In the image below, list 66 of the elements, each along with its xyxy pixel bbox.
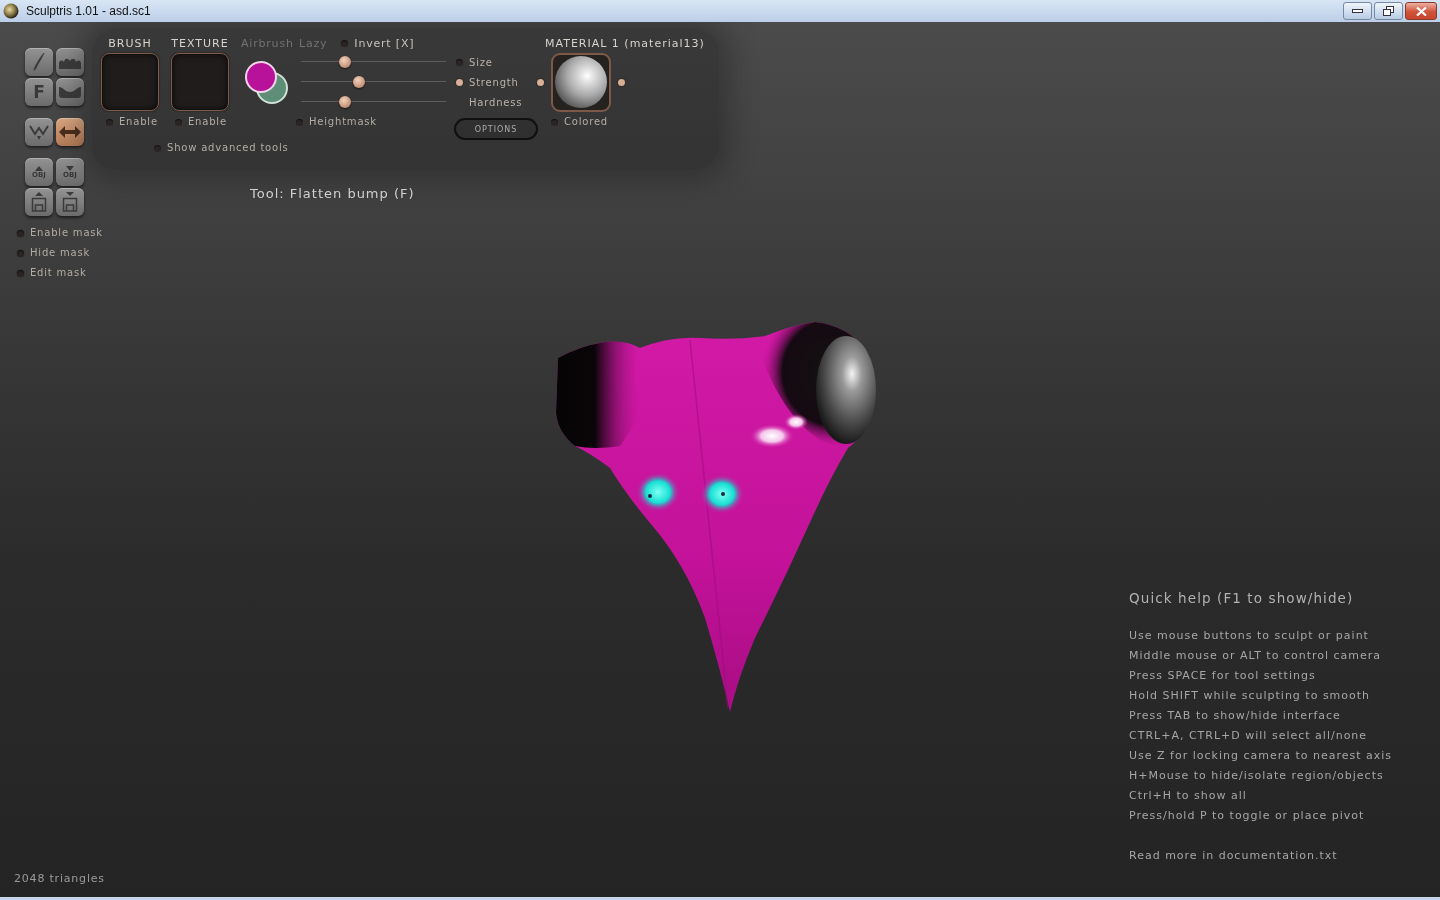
next-material-button[interactable] bbox=[618, 78, 625, 86]
mask-option-toggle[interactable]: Edit mask bbox=[17, 266, 87, 280]
close-button[interactable] bbox=[1405, 2, 1437, 20]
help-line: Use mouse buttons to sculpt or paint bbox=[1129, 628, 1369, 644]
restore-icon bbox=[1383, 6, 1394, 16]
triangle-count: 2048 triangles bbox=[14, 872, 105, 886]
brush-stroke-icon bbox=[33, 53, 45, 71]
material-preview[interactable] bbox=[551, 52, 611, 112]
colored-toggle[interactable]: Colored bbox=[551, 115, 608, 129]
material-sphere-icon bbox=[554, 55, 608, 109]
minimize-button[interactable] bbox=[1343, 2, 1372, 20]
zigzag-tool-button[interactable] bbox=[25, 118, 53, 146]
brush-slot[interactable] bbox=[101, 53, 159, 111]
symmetry-button[interactable] bbox=[56, 118, 84, 146]
brush-enable-toggle[interactable]: Enable bbox=[106, 115, 158, 129]
slider-label: Size bbox=[469, 56, 493, 68]
texture-slot[interactable] bbox=[171, 53, 229, 111]
quick-help-title: Quick help (F1 to show/hide) bbox=[1129, 589, 1354, 608]
mask-option-toggle[interactable]: Enable mask bbox=[17, 226, 103, 240]
current-tool-label: Tool: Flatten bump (F) bbox=[250, 185, 415, 203]
invert-toggle[interactable]: Invert [X] bbox=[341, 36, 415, 51]
help-line: CTRL+A, CTRL+D will select all/none bbox=[1129, 728, 1368, 744]
down-arrow-icon bbox=[66, 165, 74, 171]
flatten-tool-button[interactable]: F bbox=[25, 78, 53, 106]
restore-button[interactable] bbox=[1374, 2, 1403, 20]
dented-slab-icon bbox=[59, 86, 81, 98]
double-arrow-icon bbox=[59, 126, 81, 138]
help-line: Press TAB to show/hide interface bbox=[1129, 708, 1341, 724]
section-heading: BRUSH bbox=[108, 37, 152, 50]
help-line: H+Mouse to hide/isolate region/objects bbox=[1129, 768, 1384, 784]
help-line: Use Z for locking camera to nearest axis bbox=[1129, 748, 1393, 764]
dent-tool-button[interactable] bbox=[56, 78, 84, 106]
floppy-down-arrow-icon bbox=[62, 192, 78, 212]
brush-tool-button[interactable] bbox=[25, 48, 53, 76]
slider-label: Strength bbox=[469, 76, 519, 88]
zigzag-icon bbox=[29, 124, 49, 140]
options-button[interactable]: OPTIONS bbox=[454, 118, 538, 140]
help-footer: Read more in documentation.txt bbox=[1129, 846, 1338, 866]
help-line: Hold SHIFT while sculpting to smooth bbox=[1129, 688, 1371, 704]
previous-material-button[interactable] bbox=[537, 78, 544, 86]
slider-label: Hardness bbox=[469, 96, 523, 108]
help-line: Press SPACE for tool settings bbox=[1129, 668, 1316, 684]
pressure-toggle-icon[interactable] bbox=[456, 58, 463, 66]
slider-thumb[interactable] bbox=[338, 56, 351, 68]
minimize-icon bbox=[1352, 9, 1363, 13]
help-line: Middle mouse or ALT to control camera bbox=[1129, 648, 1382, 664]
slider-thumb[interactable] bbox=[338, 96, 351, 108]
floppy-up-arrow-icon bbox=[31, 192, 47, 212]
app-icon bbox=[3, 3, 19, 19]
section-heading: TEXTURE bbox=[171, 37, 229, 50]
save-file-button[interactable] bbox=[56, 188, 84, 216]
texture-enable-toggle[interactable]: Enable bbox=[175, 115, 227, 129]
mask-option-toggle[interactable]: Hide mask bbox=[17, 246, 91, 260]
up-arrow-icon bbox=[35, 165, 43, 171]
primary-color-swatch-icon[interactable] bbox=[245, 61, 277, 93]
window-title: Sculptris 1.01 - asd.sc1 bbox=[26, 4, 152, 18]
advanced-tools-toggle[interactable]: Show advanced tools bbox=[154, 141, 289, 155]
heightmask-toggle[interactable]: Heightmask bbox=[296, 115, 377, 129]
close-icon bbox=[1415, 6, 1427, 16]
pressure-toggle-icon[interactable] bbox=[456, 78, 463, 86]
slider-thumb[interactable] bbox=[353, 76, 365, 88]
open-file-button[interactable] bbox=[25, 188, 53, 216]
material-heading: MATERIAL 1 (material13) bbox=[545, 37, 705, 50]
help-line: Ctrl+H to show all bbox=[1129, 788, 1247, 804]
bump-tool-button[interactable] bbox=[56, 48, 84, 76]
help-line: Press/hold P to toggle or place pivot bbox=[1129, 808, 1365, 824]
